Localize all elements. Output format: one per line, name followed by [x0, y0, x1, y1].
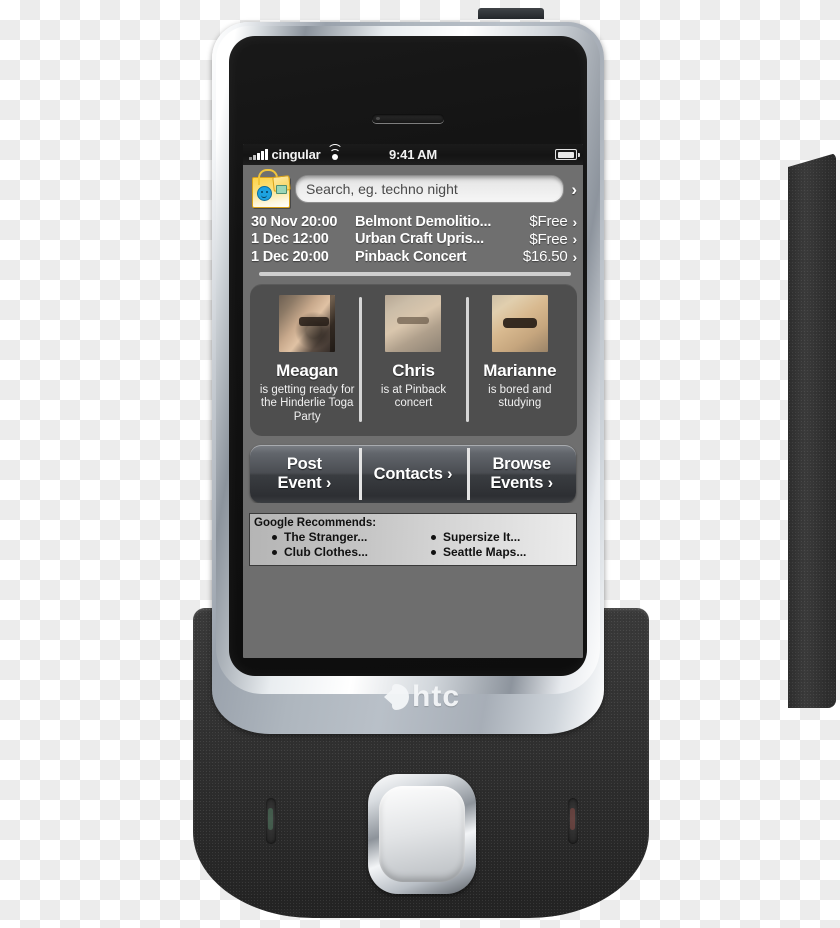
status-led-left: [266, 798, 276, 844]
action-button-group: Post Event › Contacts › Browse Events ›: [250, 445, 576, 503]
event-list[interactable]: 30 Nov 20:00 Belmont Demolitio... $Free …: [243, 213, 583, 276]
search-input-text: Search, eg. techno night: [306, 181, 458, 197]
google-recommends-column-right: Supersize It... Seattle Maps...: [413, 530, 572, 560]
friends-section: Meagan is getting ready for the Hinderli…: [243, 275, 583, 436]
event-price: $Free: [529, 213, 568, 231]
google-recommend-link[interactable]: Seattle Maps...: [431, 545, 572, 560]
browse-events-label-line2: Events ›: [490, 474, 553, 492]
search-bar-row: Search, eg. techno night ›: [243, 165, 583, 213]
htc-phone-device: cingular 9:41 AM Search, eg. techno nigh…: [188, 8, 836, 920]
google-recommends-column-left: The Stranger... Club Clothes...: [254, 530, 413, 560]
google-recommends-columns: The Stranger... Club Clothes... Supersiz…: [254, 530, 572, 560]
chevron-right-icon: ›: [572, 231, 578, 248]
google-recommend-link[interactable]: Supersize It...: [431, 530, 572, 545]
friend-status: is getting ready for the Hinderlie Toga …: [259, 383, 355, 423]
htc-brand-logo: htc: [188, 680, 656, 714]
phone-top-connector: [478, 8, 544, 19]
event-row[interactable]: 1 Dec 12:00 Urban Craft Upris... $Free ›: [251, 231, 577, 249]
avatar: [279, 294, 336, 352]
friend-name: Chris: [392, 360, 435, 380]
browse-events-label-line1: Browse: [492, 455, 551, 473]
google-recommend-link[interactable]: The Stranger...: [272, 530, 413, 545]
event-row[interactable]: 30 Nov 20:00 Belmont Demolitio... $Free …: [251, 213, 577, 231]
search-submit-chevron-icon[interactable]: ›: [571, 181, 577, 198]
status-bar-clock: 9:41 AM: [389, 147, 437, 162]
search-input[interactable]: Search, eg. techno night: [295, 175, 565, 203]
event-price: $Free: [529, 230, 568, 248]
friends-panel: Meagan is getting ready for the Hinderli…: [250, 283, 577, 436]
google-recommends-section: Google Recommends: The Stranger... Club …: [243, 503, 583, 566]
event-price: $16.50: [522, 248, 568, 266]
event-title: Urban Craft Upris...: [355, 231, 484, 248]
avatar: [491, 294, 548, 352]
htc-logo-mark-icon: [384, 684, 410, 710]
battery-icon: [555, 149, 580, 160]
shopping-bag-icon: [247, 168, 293, 210]
post-event-label-line1: Post: [286, 455, 322, 473]
friend-name: Marianne: [483, 360, 557, 380]
avatar: [385, 294, 442, 352]
event-title: Belmont Demolitio...: [355, 213, 492, 230]
chevron-right-icon: ›: [572, 248, 578, 265]
event-date: 30 Nov 20:00: [251, 213, 338, 230]
phone-screen[interactable]: cingular 9:41 AM Search, eg. techno nigh…: [243, 144, 583, 658]
event-date: 1 Dec 12:00: [251, 231, 329, 248]
status-bar: cingular 9:41 AM: [243, 144, 583, 165]
actions-section: Post Event › Contacts › Browse Events ›: [243, 436, 583, 503]
canvas: cingular 9:41 AM Search, eg. techno nigh…: [0, 0, 840, 928]
chevron-right-icon: ›: [572, 213, 578, 230]
google-recommends-title: Google Recommends:: [254, 517, 377, 529]
post-event-button[interactable]: Post Event ›: [250, 445, 359, 503]
earpiece-speaker: [372, 114, 444, 123]
htc-wordmark: htc: [412, 680, 460, 713]
friend-status: is at Pinback concert: [380, 383, 447, 410]
google-recommends-panel: Google Recommends: The Stranger... Club …: [249, 513, 577, 566]
post-event-label-line2: Event ›: [277, 474, 332, 492]
phone-slider-right-edge: [788, 153, 836, 708]
contacts-button[interactable]: Contacts ›: [358, 445, 468, 503]
friend-card-chris[interactable]: Chris is at Pinback concert: [359, 294, 466, 425]
event-title: Pinback Concert: [355, 248, 467, 265]
friend-status: is bored and studying: [488, 383, 552, 410]
navigation-button[interactable]: [368, 774, 476, 894]
event-row[interactable]: 1 Dec 20:00 Pinback Concert $16.50 ›: [251, 248, 577, 266]
browse-events-button[interactable]: Browse Events ›: [467, 445, 576, 503]
friend-card-marianne[interactable]: Marianne is bored and studying: [465, 294, 573, 425]
navigation-button-face[interactable]: [379, 786, 465, 882]
friend-name: Meagan: [276, 360, 339, 380]
friend-card-meagan[interactable]: Meagan is getting ready for the Hinderli…: [254, 294, 360, 425]
google-recommend-link[interactable]: Club Clothes...: [272, 545, 413, 560]
contacts-label: Contacts ›: [373, 464, 453, 483]
event-date: 1 Dec 20:00: [251, 248, 329, 265]
status-led-right: [568, 798, 578, 844]
